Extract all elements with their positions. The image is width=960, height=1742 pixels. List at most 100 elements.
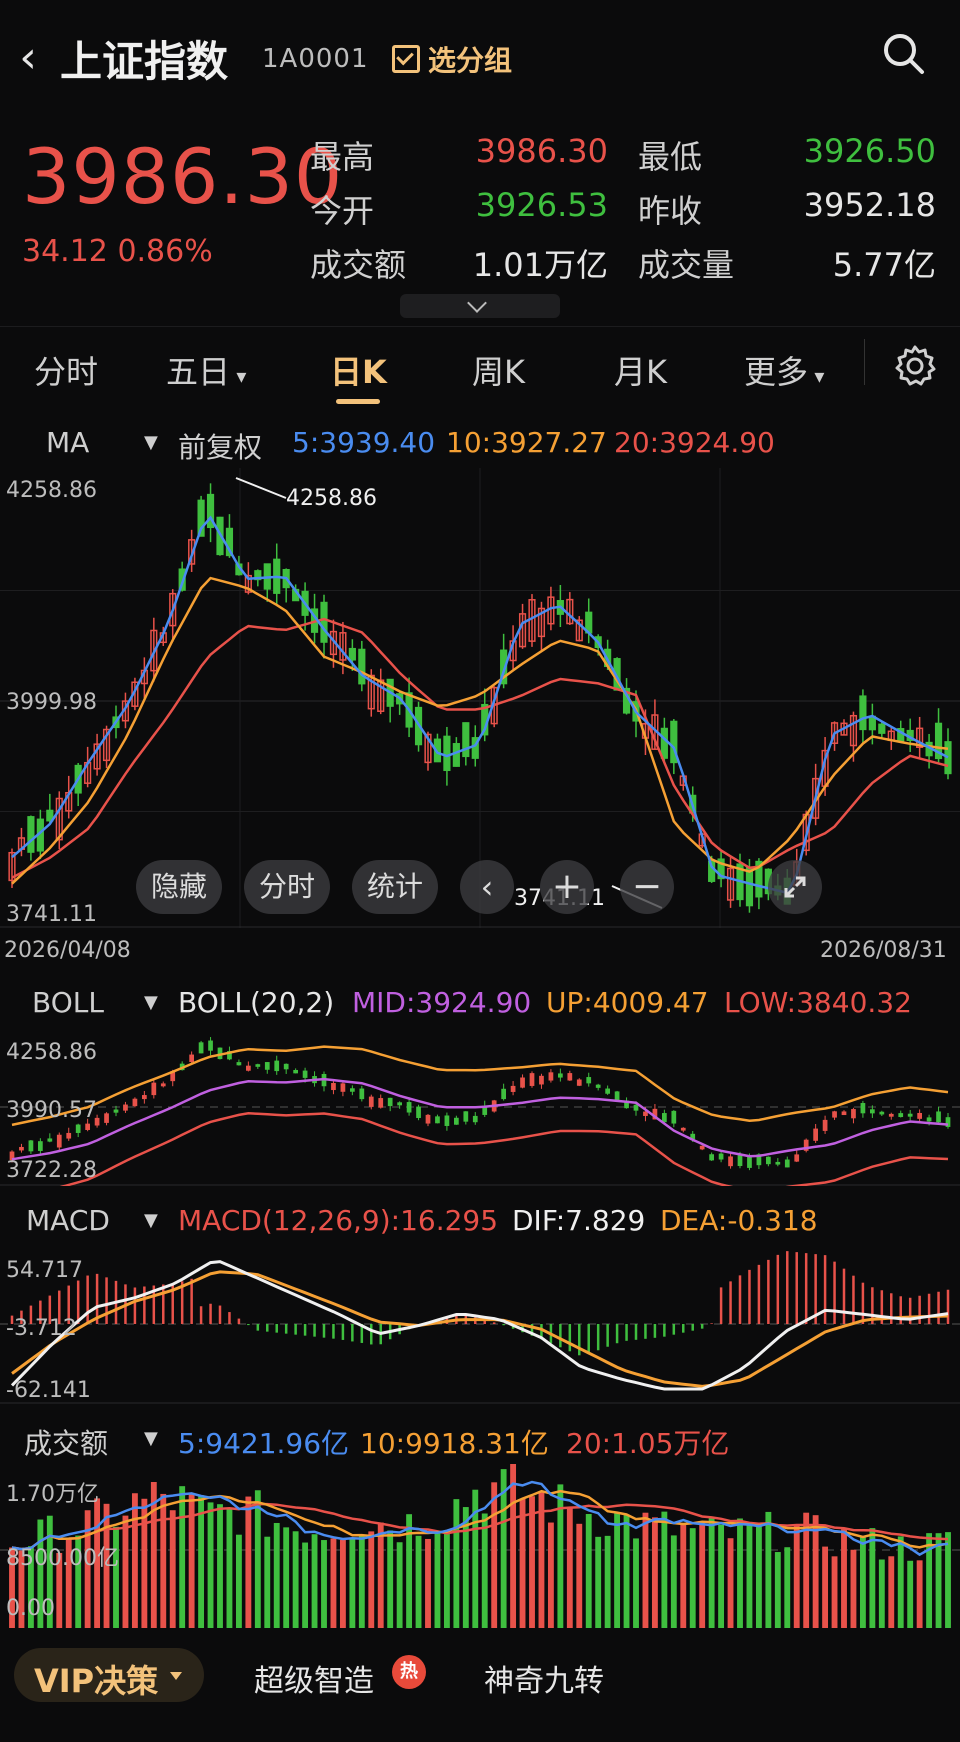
volume-bar bbox=[425, 1538, 431, 1628]
candle-body bbox=[416, 1106, 421, 1118]
volume-bar bbox=[670, 1535, 677, 1628]
quote-label: 今开 bbox=[310, 192, 375, 230]
tab-1[interactable]: 五日 ▾ bbox=[166, 347, 246, 393]
candle-body bbox=[728, 1156, 733, 1167]
boll-chart[interactable] bbox=[0, 1028, 960, 1186]
candle-body bbox=[189, 1054, 194, 1063]
scroll-left-button[interactable]: ‹ bbox=[460, 860, 514, 914]
back-icon[interactable]: ‹ bbox=[8, 30, 48, 86]
candle-body bbox=[160, 1083, 166, 1087]
tab-3[interactable]: 周K bbox=[472, 347, 525, 393]
candle-body bbox=[132, 1098, 138, 1107]
dropdown-arrow-icon[interactable]: ▼ bbox=[144, 1428, 158, 1449]
adjust-label[interactable]: 前复权 bbox=[178, 426, 262, 466]
tab-2[interactable]: 日K bbox=[330, 347, 387, 393]
select-group-button[interactable]: 选分组 bbox=[392, 38, 512, 80]
candle-body bbox=[520, 1077, 525, 1088]
boll-indicator-label[interactable]: BOLL bbox=[32, 986, 104, 1019]
dropdown-arrow-icon[interactable]: ▼ bbox=[144, 432, 158, 453]
volume-bar bbox=[878, 1559, 885, 1628]
dea-line bbox=[11, 1270, 949, 1388]
quote-label: 成交量 bbox=[638, 246, 735, 284]
dropdown-arrow-icon[interactable]: ▼ bbox=[144, 1210, 158, 1231]
kline-chart[interactable] bbox=[0, 468, 960, 928]
volume-bar bbox=[264, 1536, 271, 1628]
volume-bar bbox=[510, 1464, 517, 1628]
candle-body bbox=[462, 722, 470, 758]
volume-bar bbox=[576, 1523, 583, 1628]
quote-label: 最高 bbox=[310, 138, 375, 176]
tab-4[interactable]: 月K bbox=[614, 347, 667, 393]
dropdown-arrow-icon[interactable]: ▼ bbox=[144, 992, 158, 1013]
candle-body bbox=[576, 1079, 582, 1086]
candle-body bbox=[331, 1082, 336, 1091]
ma-indicator-label[interactable]: MA bbox=[46, 426, 89, 459]
current-price: 3986.30 bbox=[22, 132, 344, 221]
candle-body bbox=[633, 1104, 639, 1111]
candle-body bbox=[28, 1140, 34, 1152]
volume-bar bbox=[784, 1547, 791, 1628]
volume-bar bbox=[377, 1522, 384, 1628]
volume-bar bbox=[217, 1504, 223, 1628]
stats-button[interactable]: 统计 bbox=[352, 860, 438, 914]
price-change: 34.12 0.86% bbox=[22, 234, 213, 269]
vol-ma5: 5:9421.96亿 bbox=[178, 1427, 350, 1460]
expand-quote-button[interactable] bbox=[400, 293, 560, 318]
candle-body bbox=[745, 866, 754, 907]
volume-bar bbox=[755, 1524, 762, 1628]
macd-chart[interactable] bbox=[0, 1244, 960, 1404]
tab-5[interactable]: 更多 ▾ bbox=[744, 347, 824, 393]
volume-bar bbox=[443, 1531, 450, 1628]
volume-indicator-label[interactable]: 成交额 bbox=[24, 1422, 108, 1462]
quote-value: 5.77亿 bbox=[832, 246, 936, 284]
intraday-button[interactable]: 分时 bbox=[244, 860, 330, 914]
volume-bar bbox=[708, 1516, 715, 1628]
macd-y-top: 54.717 bbox=[6, 1258, 83, 1283]
candle-body bbox=[208, 1040, 213, 1051]
candle-body bbox=[558, 1073, 563, 1078]
volume-bar bbox=[699, 1521, 706, 1628]
candle-body bbox=[851, 1109, 856, 1119]
change-percent: 0.86% bbox=[117, 234, 213, 269]
candle-body bbox=[718, 1153, 724, 1160]
magic-nine-link[interactable]: 神奇九转 bbox=[484, 1656, 604, 1700]
vol-y-bottom: 0.00 bbox=[6, 1596, 55, 1621]
candle-body bbox=[85, 1123, 90, 1130]
volume-bar bbox=[614, 1513, 621, 1628]
volume-bar bbox=[869, 1528, 876, 1628]
quote-label: 成交额 bbox=[310, 246, 407, 284]
candle-body bbox=[350, 1088, 355, 1092]
gear-icon[interactable] bbox=[892, 343, 938, 389]
tab-divider bbox=[864, 339, 865, 385]
candle-body bbox=[283, 1063, 289, 1070]
candle-body bbox=[472, 1115, 478, 1123]
hot-badge: 热 bbox=[392, 1655, 426, 1689]
macd-indicator-label[interactable]: MACD bbox=[26, 1204, 110, 1237]
volume-bar bbox=[642, 1512, 649, 1628]
candle-body bbox=[784, 1159, 790, 1168]
candle-body bbox=[38, 1141, 43, 1151]
quote-label: 昨收 bbox=[638, 192, 703, 230]
zoom-out-button[interactable]: − bbox=[620, 860, 674, 914]
candle-body bbox=[198, 1042, 204, 1054]
hide-button[interactable]: 隐藏 bbox=[136, 860, 222, 914]
candle-body bbox=[142, 1095, 147, 1100]
candle-body bbox=[75, 1124, 81, 1133]
date-start: 2026/04/08 bbox=[4, 938, 131, 963]
fullscreen-button[interactable] bbox=[768, 860, 822, 914]
tab-0[interactable]: 分时 bbox=[34, 347, 98, 393]
candle-body bbox=[435, 1116, 440, 1124]
volume-bar bbox=[566, 1506, 573, 1628]
boll-up: UP:4009.47 bbox=[546, 986, 709, 1019]
super-manufacturing-link[interactable]: 超级智造 bbox=[254, 1656, 374, 1700]
zoom-in-button[interactable]: + bbox=[540, 860, 594, 914]
volume-bar bbox=[235, 1534, 242, 1628]
ma20-value: 20:3924.90 bbox=[614, 426, 775, 459]
volume-chart[interactable] bbox=[0, 1464, 960, 1630]
macd-param: MACD(12,26,9):16.295 bbox=[178, 1204, 499, 1237]
candle-body bbox=[406, 1102, 412, 1113]
volume-bar bbox=[850, 1549, 857, 1628]
candle-body bbox=[264, 1062, 270, 1070]
search-icon[interactable] bbox=[880, 30, 926, 76]
candle-body bbox=[236, 1062, 242, 1066]
